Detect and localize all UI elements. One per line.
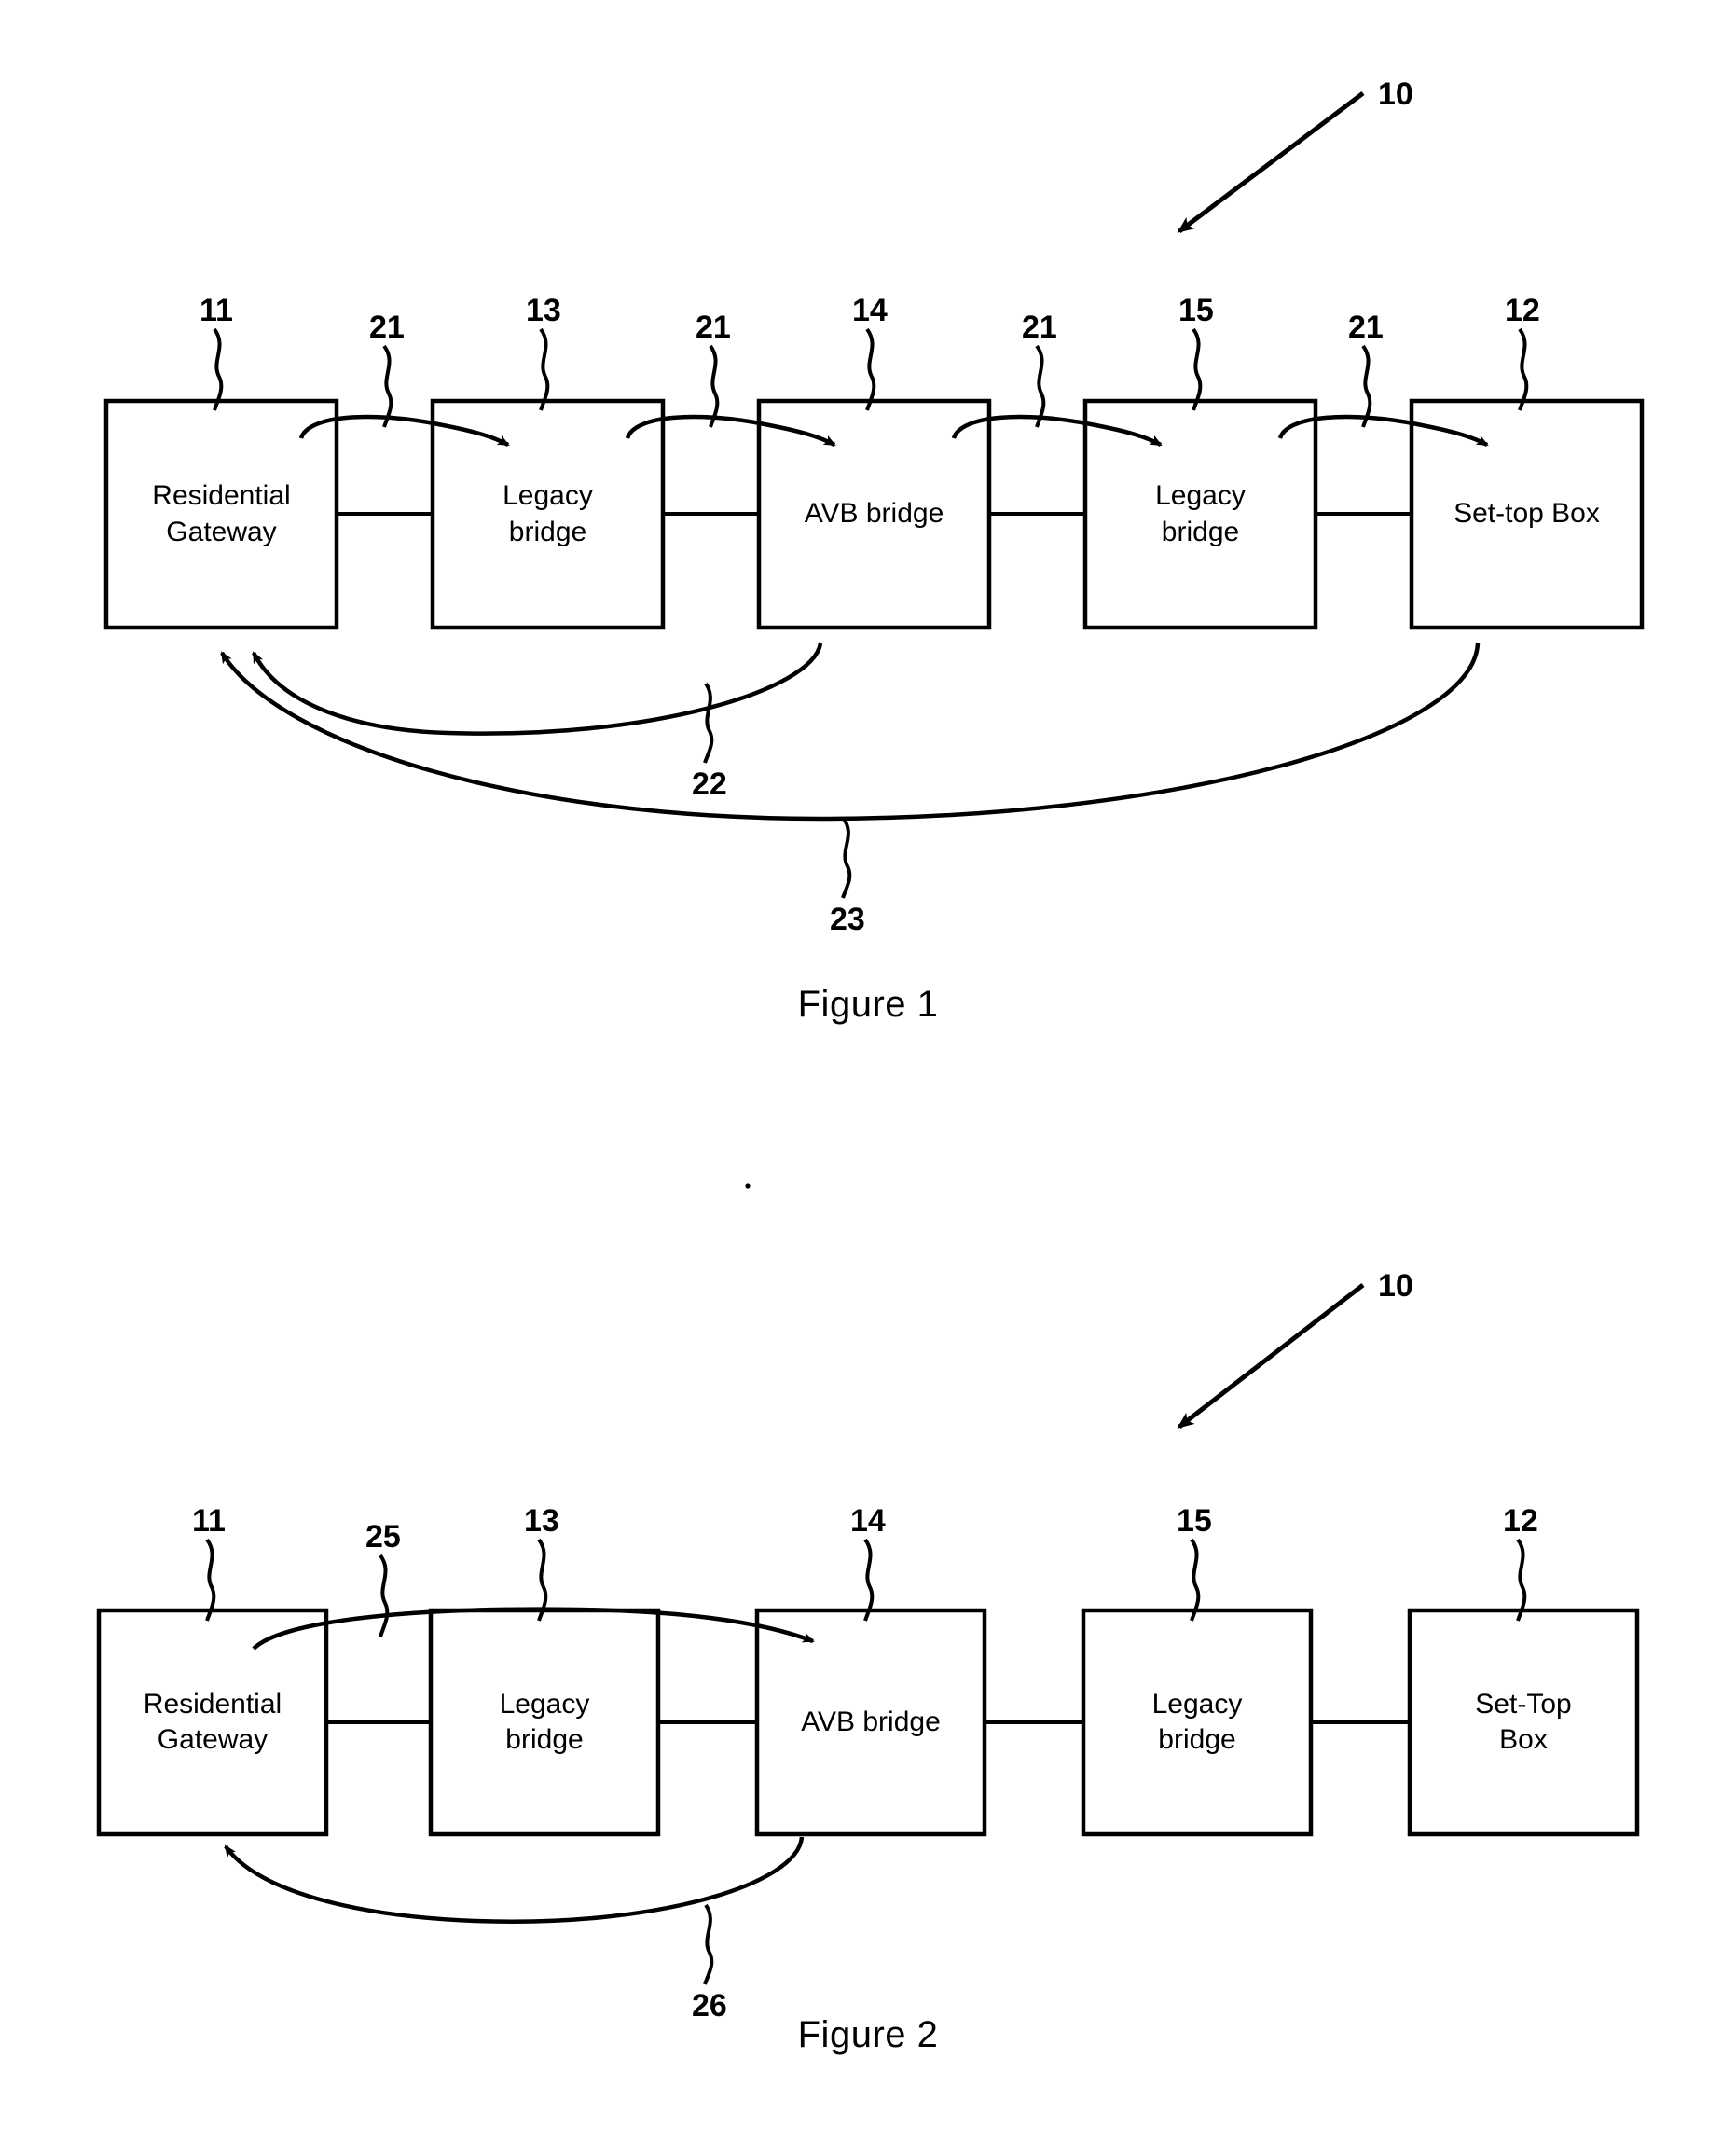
hop-arrow-21-c-fig1 xyxy=(951,414,1163,447)
ref-number-21-a-fig1: 21 xyxy=(369,310,405,345)
leader-26-fig2 xyxy=(703,1903,714,1985)
hop-arrow-21-a-fig1 xyxy=(298,414,510,447)
node-box-12-fig1 xyxy=(1409,398,1645,630)
figure-caption-1: Figure 1 xyxy=(797,984,939,1025)
ref-number-14-fig1: 14 xyxy=(852,293,888,328)
figure-caption-2: Figure 2 xyxy=(797,2014,939,2055)
scan-artifact-dot xyxy=(745,1183,751,1189)
node-box-12-fig2 xyxy=(1407,1608,1640,1837)
leader-23-fig1 xyxy=(841,817,852,899)
hop-arrow-25-fig2 xyxy=(252,1607,815,1651)
hop-arrow-21-b-fig1 xyxy=(625,414,836,447)
leader-21-d-fig1 xyxy=(1361,344,1372,428)
leader-21-a-fig1 xyxy=(382,344,393,428)
ref-number-14-fig2: 14 xyxy=(850,1503,886,1539)
node-box-15-fig2 xyxy=(1081,1608,1314,1837)
system-pointer-arrow-fig2 xyxy=(1177,1283,1365,1429)
node-box-11-fig2 xyxy=(96,1608,329,1837)
ref-number-13-fig2: 13 xyxy=(524,1503,559,1539)
leader-25-fig2 xyxy=(379,1554,390,1637)
leader-13-fig1 xyxy=(539,327,550,411)
leader-21-b-fig1 xyxy=(709,344,720,428)
return-path-26-fig2 xyxy=(224,1836,805,1924)
leader-21-c-fig1 xyxy=(1035,344,1046,428)
ref-number-11-fig1: 11 xyxy=(200,293,233,328)
ref-number-10-fig1: 10 xyxy=(1378,76,1413,112)
ref-number-10-fig2: 10 xyxy=(1378,1268,1413,1304)
ref-number-11-fig2: 11 xyxy=(192,1503,226,1539)
leader-11-fig1 xyxy=(213,327,224,411)
leader-12-fig1 xyxy=(1518,327,1529,411)
ref-number-23-fig1: 23 xyxy=(830,902,865,937)
ref-number-13-fig1: 13 xyxy=(526,293,561,328)
ref-number-15-fig2: 15 xyxy=(1177,1503,1212,1539)
ref-number-21-b-fig1: 21 xyxy=(696,310,731,345)
figure-2-graphics xyxy=(96,1283,1640,1985)
ref-number-12-fig2: 12 xyxy=(1503,1503,1538,1539)
node-box-13-fig2 xyxy=(428,1608,661,1837)
leader-22-fig1 xyxy=(703,682,714,764)
ref-number-15-fig1: 15 xyxy=(1178,293,1214,328)
ref-number-25-fig2: 25 xyxy=(365,1519,401,1554)
system-pointer-arrow-fig1 xyxy=(1177,91,1365,233)
leader-14-fig1 xyxy=(865,327,876,411)
figure-1-graphics xyxy=(103,91,1645,899)
leader-15-fig1 xyxy=(1192,327,1203,411)
node-box-14-fig2 xyxy=(754,1608,987,1837)
return-path-22-fig1 xyxy=(251,642,823,736)
drawing-sheet: Residential Gateway Legacy bridge AVB br… xyxy=(0,0,1736,2141)
hop-arrow-21-d-fig1 xyxy=(1277,414,1489,447)
ref-number-21-c-fig1: 21 xyxy=(1022,310,1057,345)
ref-number-12-fig1: 12 xyxy=(1505,293,1540,328)
ref-number-22-fig1: 22 xyxy=(692,767,727,802)
ref-number-21-d-fig1: 21 xyxy=(1348,310,1384,345)
